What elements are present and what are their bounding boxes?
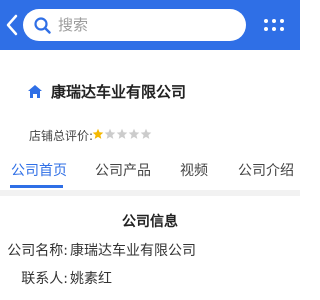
company-name: 康瑞达车业有限公司 <box>51 83 187 101</box>
top-bar: 搜索 <box>0 0 300 50</box>
star-icon <box>116 128 128 139</box>
info-value: 姚素红 <box>70 271 112 287</box>
info-title: 公司信息 <box>122 214 178 230</box>
star-icon <box>128 128 140 139</box>
info-label: 公司名称: <box>7 243 68 259</box>
info-value: 康瑞达车业有限公司 <box>70 243 196 259</box>
tab-videos[interactable]: 视频 <box>180 160 208 180</box>
back-arrow-icon[interactable] <box>4 14 20 36</box>
rating-label: 店铺总评价: <box>29 129 94 143</box>
menu-dots-icon[interactable] <box>256 9 290 41</box>
tab-about[interactable]: 公司介绍 <box>238 160 294 180</box>
star-icon <box>104 128 116 139</box>
tab-bar: 公司首页 公司产品 视频 公司介绍 <box>0 160 300 188</box>
shop-header: 康瑞达车业有限公司 店铺总评价: <box>0 50 300 160</box>
tab-products[interactable]: 公司产品 <box>95 160 151 180</box>
info-label: 联系人: <box>21 271 68 287</box>
search-placeholder: 搜索 <box>58 16 89 34</box>
company-info-section: 公司信息 公司名称: 康瑞达车业有限公司 联系人: 姚素红 <box>0 196 300 300</box>
star-icon <box>92 128 104 139</box>
search-input[interactable]: 搜索 <box>23 9 246 41</box>
home-icon <box>28 85 42 98</box>
search-icon <box>34 17 51 34</box>
active-tab-indicator <box>10 185 63 188</box>
star-icon <box>140 128 152 139</box>
tab-home[interactable]: 公司首页 <box>11 160 67 180</box>
